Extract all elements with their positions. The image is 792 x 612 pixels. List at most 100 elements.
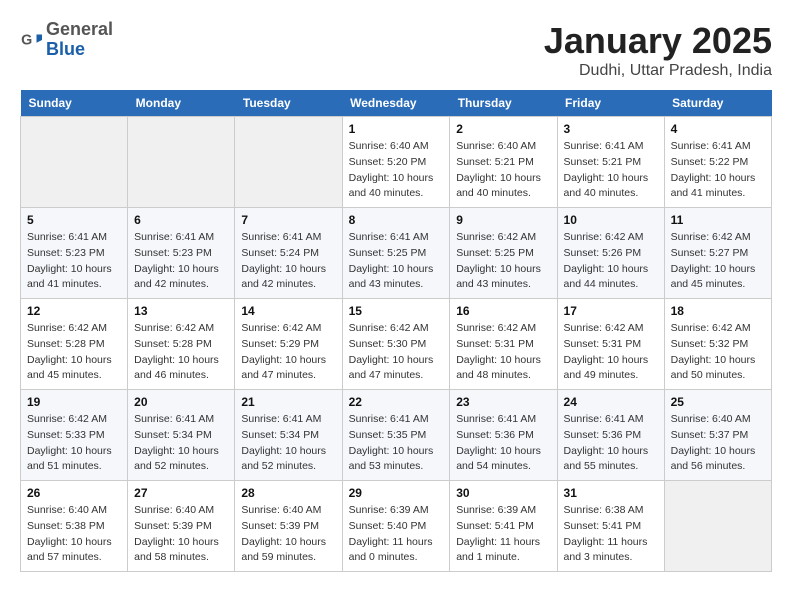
day-info: Sunrise: 6:39 AM Sunset: 5:40 PM Dayligh… — [349, 503, 444, 566]
calendar-cell: 13Sunrise: 6:42 AM Sunset: 5:28 PM Dayli… — [128, 299, 235, 390]
calendar-table: SundayMondayTuesdayWednesdayThursdayFrid… — [20, 90, 772, 572]
day-number: 3 — [564, 122, 658, 136]
calendar-cell: 31Sunrise: 6:38 AM Sunset: 5:41 PM Dayli… — [557, 481, 664, 572]
calendar-cell: 15 Sunrise: 6:42 AM Sunset: 5:30 PM Dayli… — [342, 299, 450, 390]
week-row-1: 1 Sunrise: 6:40 AM Sunset: 5:20 PM Daylig… — [21, 117, 772, 208]
calendar-cell: 7Sunrise: 6:41 AM Sunset: 5:24 PM Daylig… — [235, 208, 342, 299]
day-number: 20 — [134, 395, 228, 409]
day-number: 16 — [456, 304, 550, 318]
day-number: 24 — [564, 395, 658, 409]
day-info: Sunrise: 6:41 AM Sunset: 5:23 PM Dayligh… — [27, 230, 121, 293]
day-number: 6 — [134, 213, 228, 227]
calendar-cell: 23 Sunrise: 6:41 AM Sunset: 5:36 PM Dayli… — [450, 390, 557, 481]
day-number: 17 — [564, 304, 658, 318]
day-header-wednesday: Wednesday — [342, 90, 450, 117]
day-info: Sunrise: 6:41 AM Sunset: 5:21 PM Dayligh… — [564, 139, 658, 202]
day-number: 31 — [564, 486, 658, 500]
day-info: Sunrise: 6:41 AM Sunset: 5:34 PM Dayligh… — [241, 412, 335, 475]
day-info: Sunrise: 6:41 AM Sunset: 5:36 PM Dayligh… — [564, 412, 658, 475]
day-number: 22 — [349, 395, 444, 409]
day-header-saturday: Saturday — [664, 90, 771, 117]
calendar-title: January 2025 — [544, 20, 772, 62]
logo-general: General — [46, 20, 113, 40]
day-info: Sunrise: 6:42 AM Sunset: 5:29 PM Dayligh… — [241, 321, 335, 384]
calendar-cell — [664, 481, 771, 572]
day-number: 28 — [241, 486, 335, 500]
calendar-cell: 24 Sunrise: 6:41 AM Sunset: 5:36 PM Dayli… — [557, 390, 664, 481]
day-info: Sunrise: 6:40 AM Sunset: 5:38 PM Dayligh… — [27, 503, 121, 566]
calendar-cell: 10Sunrise: 6:42 AM Sunset: 5:26 PM Dayli… — [557, 208, 664, 299]
calendar-cell — [128, 117, 235, 208]
day-info: Sunrise: 6:42 AM Sunset: 5:33 PM Dayligh… — [27, 412, 121, 475]
day-number: 19 — [27, 395, 121, 409]
calendar-cell: 19 Sunrise: 6:42 AM Sunset: 5:33 PM Dayli… — [21, 390, 128, 481]
calendar-cell: 29 Sunrise: 6:39 AM Sunset: 5:40 PM Dayli… — [342, 481, 450, 572]
day-info: Sunrise: 6:39 AM Sunset: 5:41 PM Dayligh… — [456, 503, 550, 566]
calendar-cell — [235, 117, 342, 208]
day-number: 4 — [671, 122, 765, 136]
title-block: January 2025 Dudhi, Uttar Pradesh, India — [544, 20, 772, 80]
calendar-cell: 28 Sunrise: 6:40 AM Sunset: 5:39 PM Dayli… — [235, 481, 342, 572]
calendar-cell: 27 Sunrise: 6:40 AM Sunset: 5:39 PM Dayli… — [128, 481, 235, 572]
day-number: 14 — [241, 304, 335, 318]
calendar-cell: 8 Sunrise: 6:41 AM Sunset: 5:25 PM Daylig… — [342, 208, 450, 299]
day-number: 8 — [349, 213, 444, 227]
day-header-thursday: Thursday — [450, 90, 557, 117]
svg-text:G: G — [21, 32, 32, 48]
calendar-cell: 17 Sunrise: 6:42 AM Sunset: 5:31 PM Dayli… — [557, 299, 664, 390]
calendar-subtitle: Dudhi, Uttar Pradesh, India — [544, 62, 772, 80]
day-number: 1 — [349, 122, 444, 136]
day-info: Sunrise: 6:41 AM Sunset: 5:36 PM Dayligh… — [456, 412, 550, 475]
calendar-cell: 22Sunrise: 6:41 AM Sunset: 5:35 PM Dayli… — [342, 390, 450, 481]
calendar-cell: 16 Sunrise: 6:42 AM Sunset: 5:31 PM Dayli… — [450, 299, 557, 390]
calendar-cell: 14 Sunrise: 6:42 AM Sunset: 5:29 PM Dayli… — [235, 299, 342, 390]
day-header-tuesday: Tuesday — [235, 90, 342, 117]
day-number: 21 — [241, 395, 335, 409]
day-info: Sunrise: 6:42 AM Sunset: 5:27 PM Dayligh… — [671, 230, 765, 293]
day-header-sunday: Sunday — [21, 90, 128, 117]
day-info: Sunrise: 6:40 AM Sunset: 5:21 PM Dayligh… — [456, 139, 550, 202]
logo: G General Blue — [20, 20, 113, 60]
day-info: Sunrise: 6:40 AM Sunset: 5:37 PM Dayligh… — [671, 412, 765, 475]
calendar-cell: 25Sunrise: 6:40 AM Sunset: 5:37 PM Dayli… — [664, 390, 771, 481]
day-number: 11 — [671, 213, 765, 227]
logo-text: General Blue — [46, 20, 113, 60]
day-info: Sunrise: 6:42 AM Sunset: 5:31 PM Dayligh… — [456, 321, 550, 384]
day-number: 5 — [27, 213, 121, 227]
day-number: 2 — [456, 122, 550, 136]
day-info: Sunrise: 6:41 AM Sunset: 5:34 PM Dayligh… — [134, 412, 228, 475]
day-info: Sunrise: 6:40 AM Sunset: 5:20 PM Dayligh… — [349, 139, 444, 202]
day-info: Sunrise: 6:40 AM Sunset: 5:39 PM Dayligh… — [241, 503, 335, 566]
day-info: Sunrise: 6:41 AM Sunset: 5:22 PM Dayligh… — [671, 139, 765, 202]
day-number: 27 — [134, 486, 228, 500]
day-number: 30 — [456, 486, 550, 500]
day-number: 12 — [27, 304, 121, 318]
day-info: Sunrise: 6:42 AM Sunset: 5:28 PM Dayligh… — [27, 321, 121, 384]
calendar-cell: 6 Sunrise: 6:41 AM Sunset: 5:23 PM Daylig… — [128, 208, 235, 299]
day-info: Sunrise: 6:41 AM Sunset: 5:23 PM Dayligh… — [134, 230, 228, 293]
day-number: 29 — [349, 486, 444, 500]
day-info: Sunrise: 6:41 AM Sunset: 5:24 PM Dayligh… — [241, 230, 335, 293]
day-number: 18 — [671, 304, 765, 318]
calendar-cell: 1 Sunrise: 6:40 AM Sunset: 5:20 PM Daylig… — [342, 117, 450, 208]
day-info: Sunrise: 6:41 AM Sunset: 5:25 PM Dayligh… — [349, 230, 444, 293]
calendar-cell: 11 Sunrise: 6:42 AM Sunset: 5:27 PM Dayli… — [664, 208, 771, 299]
logo-icon: G — [20, 29, 42, 51]
day-info: Sunrise: 6:42 AM Sunset: 5:28 PM Dayligh… — [134, 321, 228, 384]
day-header-friday: Friday — [557, 90, 664, 117]
day-info: Sunrise: 6:42 AM Sunset: 5:31 PM Dayligh… — [564, 321, 658, 384]
day-number: 15 — [349, 304, 444, 318]
day-number: 26 — [27, 486, 121, 500]
day-number: 23 — [456, 395, 550, 409]
calendar-cell: 30 Sunrise: 6:39 AM Sunset: 5:41 PM Dayli… — [450, 481, 557, 572]
week-row-5: 26 Sunrise: 6:40 AM Sunset: 5:38 PM Dayli… — [21, 481, 772, 572]
day-number: 9 — [456, 213, 550, 227]
calendar-cell: 20 Sunrise: 6:41 AM Sunset: 5:34 PM Dayli… — [128, 390, 235, 481]
day-info: Sunrise: 6:42 AM Sunset: 5:25 PM Dayligh… — [456, 230, 550, 293]
page-header: G General Blue January 2025 Dudhi, Uttar… — [20, 20, 772, 80]
day-header-monday: Monday — [128, 90, 235, 117]
day-info: Sunrise: 6:42 AM Sunset: 5:30 PM Dayligh… — [349, 321, 444, 384]
day-info: Sunrise: 6:40 AM Sunset: 5:39 PM Dayligh… — [134, 503, 228, 566]
day-info: Sunrise: 6:42 AM Sunset: 5:32 PM Dayligh… — [671, 321, 765, 384]
calendar-cell — [21, 117, 128, 208]
